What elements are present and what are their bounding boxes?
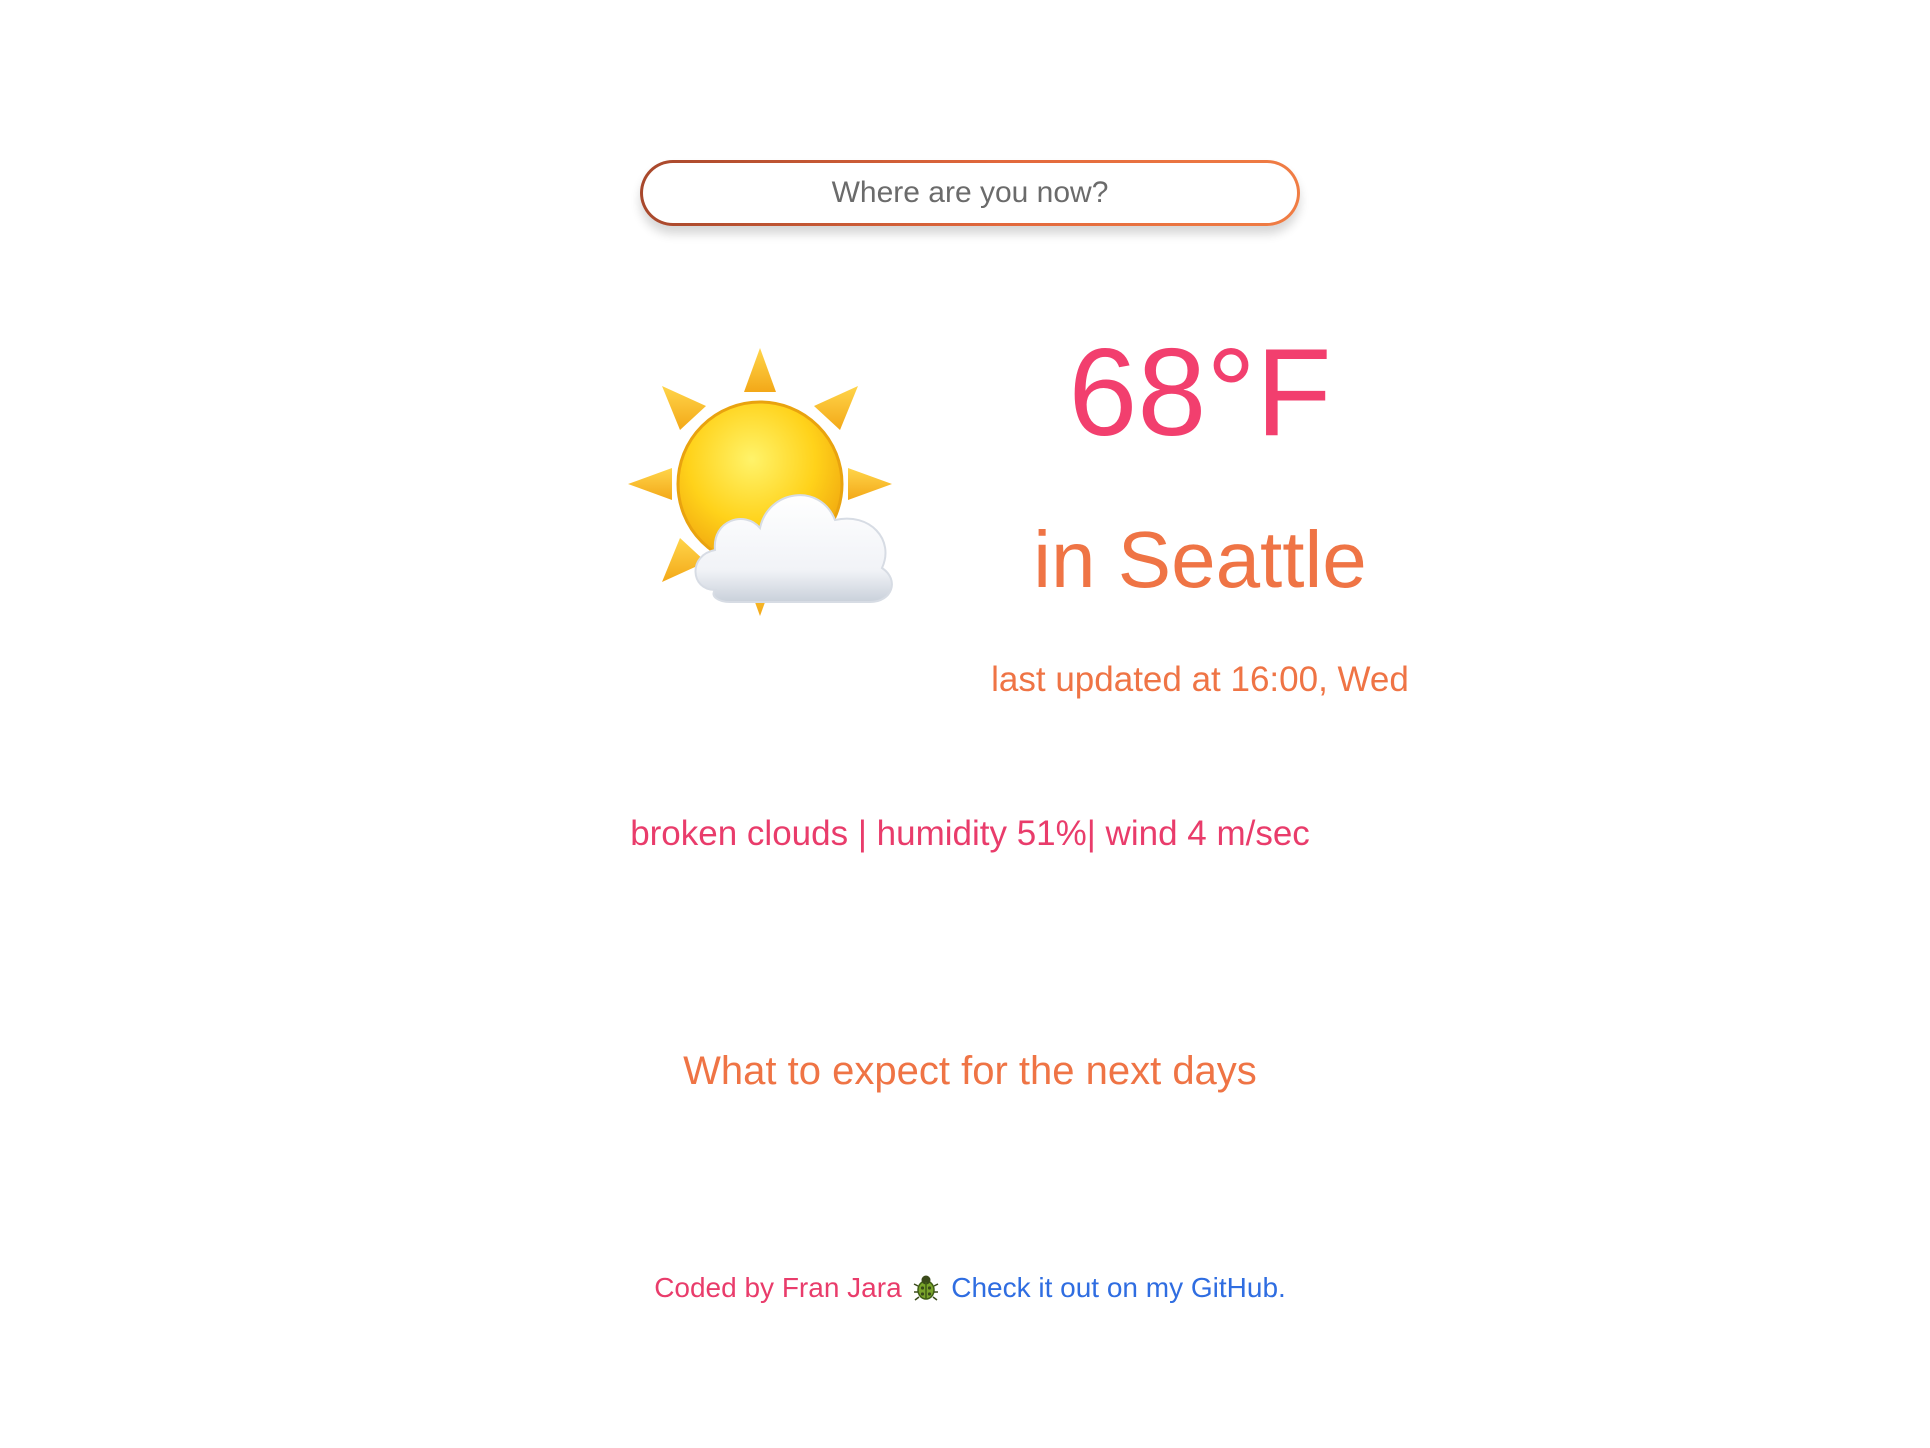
github-link[interactable]: Check it out on my GitHub. [951,1272,1286,1303]
bug-icon [913,1273,939,1310]
last-updated: last updated at 16:00, Wed [991,660,1409,699]
weather-details: broken clouds | humidity 51%| wind 4 m/s… [630,814,1310,853]
weather-page: 68°F in Seattle last updated at 16:00, W… [0,0,1930,1448]
footer: Coded by Fran Jara Check it out on my Gi… [560,1270,1380,1310]
forecast-title: What to expect for the next days [683,1049,1257,1093]
city-name: in Seattle [1033,515,1367,604]
sun-behind-cloud-icon [620,340,910,630]
search-bar [640,160,1300,226]
footer-credit: Coded by Fran Jara [654,1272,902,1303]
search-input[interactable] [643,163,1297,223]
current-temperature: 68°F [1068,324,1332,462]
